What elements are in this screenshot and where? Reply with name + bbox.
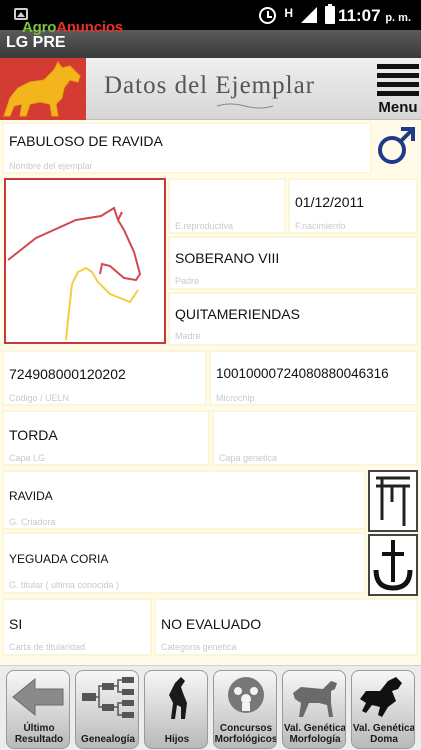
genetic-coat-label: Capa genetica — [219, 453, 278, 463]
microchip-field: 1001000072408088004631​6 Microchip — [209, 350, 418, 406]
breeding-label: E.reproductiva — [175, 221, 234, 231]
genealogy-label: Genealogía — [81, 734, 135, 745]
page-title: Datos del Ejemplar — [104, 72, 315, 99]
pedigree-tree-icon — [82, 677, 134, 718]
offspring-label: Hijos — [164, 734, 190, 745]
breeder-label: G. Criadora — [9, 517, 56, 527]
genetic-category-label: Categoria genetica — [161, 642, 237, 652]
horse-dressage-icon — [360, 677, 402, 717]
breeding-field: E.reproductiva — [168, 178, 286, 234]
genealogy-button[interactable]: Genealogía — [75, 670, 139, 749]
birth-date-field: 01/12/2011 F.nacimiento — [288, 178, 418, 234]
signal-icon — [301, 7, 317, 23]
status-icons: H — [259, 4, 335, 25]
genetic-morphology-button[interactable]: Val. Genética Morfología — [282, 670, 346, 749]
ueln-field: 724908000120202 Codigo / UELN — [2, 350, 207, 406]
name-label: Nombre del ejemplar — [9, 161, 93, 171]
app-title: LG PRE — [6, 34, 66, 51]
watermark-part2: Anuncios — [56, 19, 123, 36]
father-field: SOBERANO VIII Padre — [168, 236, 418, 290]
horse-offspring-icon — [169, 677, 187, 719]
horse-head-outline-icon — [7, 206, 142, 341]
genetic-coat-field: Capa genetica — [212, 410, 418, 466]
bottom-navigation: Último Resultado Genealogía Hijos Concur… — [0, 665, 421, 750]
menu-button[interactable]: Menu — [375, 62, 419, 118]
title-flourish-icon — [216, 103, 274, 109]
birth-date-value: 01/12/2011 — [295, 194, 365, 210]
menu-label: Menu — [378, 99, 418, 116]
mother-label: Madre — [175, 331, 201, 341]
horse-standing-icon — [293, 681, 337, 717]
owner-field: YEGUADA CORIA G. titular ( ultima conoci… — [2, 532, 366, 594]
title-card-field: SI Carta de titularidad — [2, 598, 152, 656]
owner-value: YEGUADA CORIA — [9, 552, 109, 566]
network-type: H — [284, 6, 293, 20]
watermark: AgroAnuncios — [22, 19, 123, 36]
hamburger-icon — [377, 64, 419, 100]
competition-icon — [228, 677, 264, 713]
ueln-value: 724908000120202 — [9, 366, 126, 382]
alarm-icon — [259, 6, 277, 24]
owner-brand-mark — [368, 534, 418, 596]
breeder-field: RAVIDA G. Criadora — [2, 470, 366, 530]
microchip-value: 1001000072408088004631​6 — [216, 366, 389, 381]
coat-value: TORDA — [9, 427, 58, 443]
ueln-label: Codigo / UELN — [9, 393, 70, 403]
morphological-contests-label: Concursos Morfológicos — [214, 723, 277, 745]
genetic-category-field: NO EVALUADO Categoria genetica — [154, 598, 418, 656]
watermark-part1: Agro — [22, 19, 57, 36]
title-card-value: SI — [9, 616, 23, 632]
last-result-button[interactable]: Último Resultado — [6, 670, 70, 749]
specimen-details: FABULOSO DE RAVIDA Nombre del ejemplar E… — [0, 120, 421, 665]
breeder-brand-mark — [368, 470, 418, 532]
name-field: FABULOSO DE RAVIDA Nombre del ejemplar — [2, 122, 372, 174]
offspring-button[interactable]: Hijos — [144, 670, 208, 749]
owner-label: G. titular ( ultima conocida ) — [9, 580, 120, 590]
microchip-label: Microchip — [216, 393, 255, 403]
last-result-label: Último Resultado — [14, 723, 64, 745]
genetic-dressage-button[interactable]: Val. Genética Doma — [351, 670, 415, 749]
breeder-brand-icon — [376, 476, 410, 526]
battery-icon — [325, 4, 335, 24]
clock-time: 11:07 — [338, 6, 381, 25]
breeder-value: RAVIDA — [9, 489, 53, 503]
name-value: FABULOSO DE RAVIDA — [9, 133, 163, 149]
back-arrow-icon — [12, 677, 64, 717]
specimen-photo[interactable] — [4, 178, 166, 344]
clock: 11:07 p. m. — [338, 6, 411, 26]
father-value: SOBERANO VIII — [175, 250, 280, 266]
coat-label: Capa LG — [9, 453, 46, 463]
title-card-label: Carta de titularidad — [9, 642, 86, 652]
genetic-morphology-label: Val. Genética Morfología — [283, 723, 346, 745]
father-label: Padre — [175, 276, 200, 286]
morphological-contests-button[interactable]: Concursos Morfológicos — [213, 670, 277, 749]
coat-field: TORDA Capa LG — [2, 410, 210, 466]
male-symbol-icon — [378, 127, 415, 164]
mother-value: QUITAMERIENDAS — [175, 306, 300, 322]
genetic-category-value: NO EVALUADO — [161, 616, 262, 632]
clock-ampm: p. m. — [385, 12, 411, 24]
horse-logo-icon — [0, 58, 86, 120]
owner-brand-icon — [373, 540, 413, 591]
mother-field: QUITAMERIENDAS Madre — [168, 292, 418, 346]
birth-date-label: F.nacimiento — [295, 221, 346, 231]
page-header: Datos del Ejemplar Menu — [0, 58, 421, 120]
genetic-dressage-label: Val. Genética Doma — [352, 723, 415, 745]
